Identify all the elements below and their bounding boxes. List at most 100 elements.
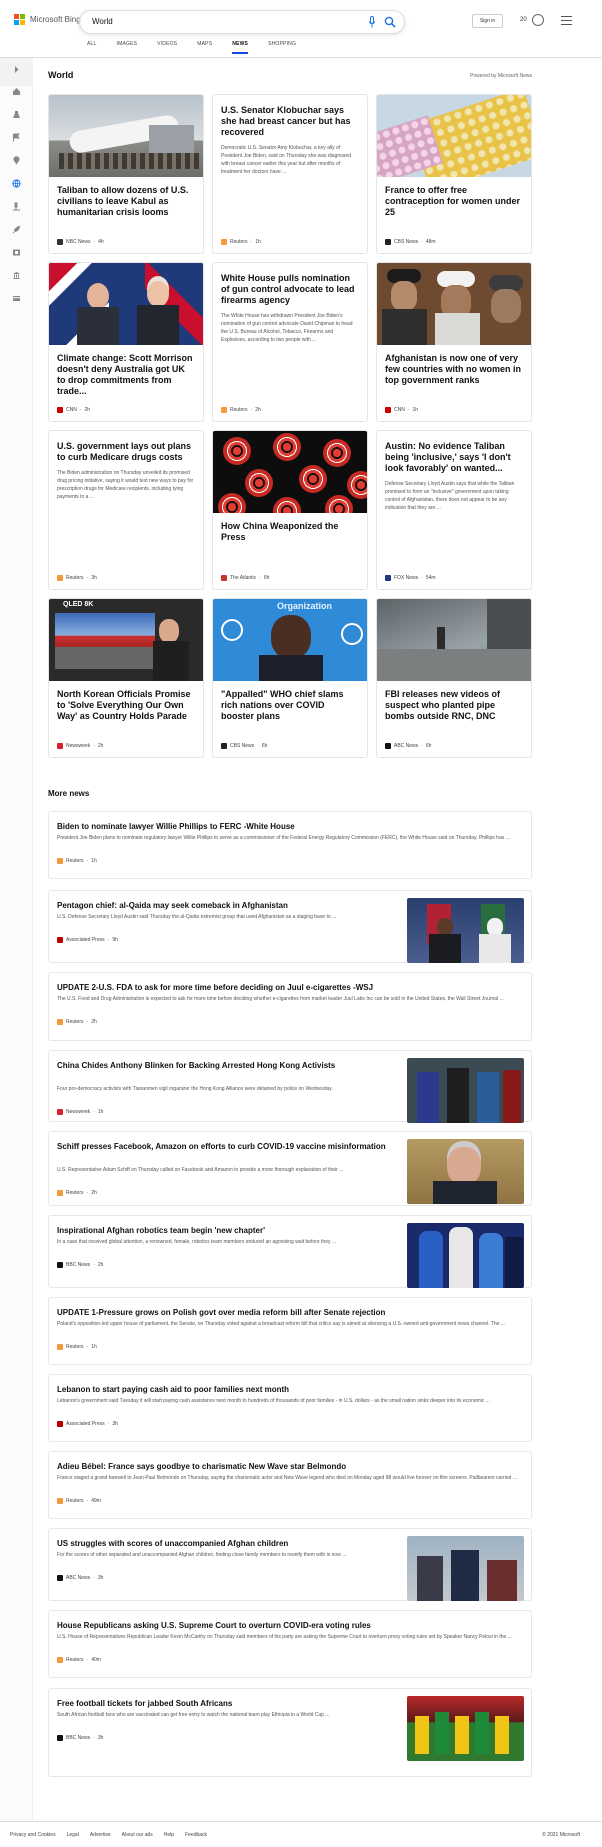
rocket-icon[interactable] — [11, 224, 22, 235]
more-news-item[interactable]: Free football tickets for jabbed South A… — [48, 1688, 532, 1777]
news-source[interactable]: Reuters · 1h — [57, 858, 97, 864]
card-source[interactable]: CNN · 1h — [385, 407, 418, 413]
news-card[interactable]: QLED 8K North Korean Officials Promise to… — [48, 598, 204, 758]
more-news-item[interactable]: US struggles with scores of unaccompanie… — [48, 1528, 532, 1601]
card-source[interactable]: The Atlantic · 6h — [221, 575, 269, 581]
news-card[interactable]: Climate change: Scott Morrison doesn't d… — [48, 262, 204, 422]
card-title[interactable]: Austin: No evidence Taliban being 'inclu… — [377, 431, 531, 474]
more-news-item[interactable]: Biden to nominate lawyer Willie Phillips… — [48, 811, 532, 879]
news-source[interactable]: Associated Press · 9h — [57, 937, 118, 943]
card-title[interactable]: White House pulls nomination of gun cont… — [213, 263, 367, 306]
footer-link[interactable]: Feedback — [185, 1832, 207, 1838]
news-title[interactable]: UPDATE 2-U.S. FDA to ask for more time b… — [57, 982, 523, 993]
menu-icon[interactable] — [561, 16, 572, 25]
card-source[interactable]: NBC News · 4h — [57, 239, 104, 245]
news-source[interactable]: Newsweek · 1h — [57, 1109, 103, 1115]
card-title[interactable]: FBI releases new videos of suspect who p… — [377, 681, 531, 722]
microscope-icon[interactable] — [11, 201, 22, 212]
rewards-button[interactable]: 20 — [520, 14, 544, 26]
news-card[interactable]: Austin: No evidence Taliban being 'inclu… — [376, 430, 532, 590]
news-card[interactable]: U.S. government lays out plans to curb M… — [48, 430, 204, 590]
film-icon[interactable] — [11, 247, 22, 258]
news-card[interactable]: Organization "Appalled" WHO chief slams r… — [212, 598, 368, 758]
more-news-item[interactable]: Adieu Bébel: France says goodbye to char… — [48, 1451, 532, 1519]
news-thumbnail[interactable] — [407, 1696, 524, 1761]
card-source[interactable]: Reuters · 2h — [221, 407, 261, 413]
news-source[interactable]: Associated Press · 3h — [57, 1421, 118, 1427]
news-title[interactable]: Pentagon chief: al-Qaida may seek comeba… — [57, 900, 402, 911]
search-box[interactable]: World — [79, 10, 405, 34]
bing-logo[interactable]: Microsoft Bing — [14, 14, 81, 25]
card-title[interactable]: U.S. Senator Klobuchar says she had brea… — [213, 95, 367, 138]
bank-icon[interactable] — [11, 270, 22, 281]
news-title[interactable]: Inspirational Afghan robotics team begin… — [57, 1225, 402, 1236]
card-source[interactable]: Reuters · 3h — [57, 575, 97, 581]
tab-news[interactable]: NEWS — [232, 41, 249, 54]
card-title[interactable]: U.S. government lays out plans to curb M… — [49, 431, 203, 463]
card-title[interactable]: "Appalled" WHO chief slams rich nations … — [213, 681, 367, 722]
more-news-item[interactable]: Inspirational Afghan robotics team begin… — [48, 1215, 532, 1288]
home-icon[interactable] — [11, 86, 22, 97]
tab-maps[interactable]: MAPS — [197, 41, 212, 54]
news-thumbnail[interactable] — [407, 898, 524, 963]
card-source[interactable]: Reuters · 1h — [221, 239, 261, 245]
tab-all[interactable]: ALL — [87, 41, 97, 54]
news-card[interactable]: FBI releases new videos of suspect who p… — [376, 598, 532, 758]
more-news-item[interactable]: Lebanon to start paying cash aid to poor… — [48, 1374, 532, 1442]
more-news-item[interactable]: China Chides Anthony Blinken for Backing… — [48, 1050, 532, 1123]
search-icon[interactable] — [384, 16, 396, 28]
news-title[interactable]: Lebanon to start paying cash aid to poor… — [57, 1384, 523, 1395]
news-title[interactable]: UPDATE 1-Pressure grows on Polish govt o… — [57, 1307, 523, 1318]
news-source[interactable]: Reuters · 1h — [57, 1344, 97, 1350]
news-title[interactable]: China Chides Anthony Blinken for Backing… — [57, 1060, 402, 1071]
card-title[interactable]: France to offer free contraception for w… — [377, 177, 531, 218]
card-image[interactable] — [377, 263, 531, 345]
tab-videos[interactable]: VIDEOS — [157, 41, 177, 54]
more-news-item[interactable]: House Republicans asking U.S. Supreme Co… — [48, 1610, 532, 1678]
news-source[interactable]: BBC News · 2h — [57, 1262, 103, 1268]
news-source[interactable]: Reuters · 2h — [57, 1019, 97, 1025]
card-image[interactable] — [213, 431, 367, 513]
news-card[interactable]: Taliban to allow dozens of U.S. civilian… — [48, 94, 204, 254]
footer-link[interactable]: Legal — [67, 1832, 79, 1838]
news-card[interactable]: Afghanistan is now one of very few count… — [376, 262, 532, 422]
card-image[interactable] — [377, 95, 531, 177]
card-image[interactable] — [49, 263, 203, 345]
card-title[interactable]: How China Weaponized the Press — [213, 513, 367, 543]
flag-icon[interactable] — [11, 132, 22, 143]
card-image[interactable]: QLED 8K — [49, 599, 203, 681]
more-news-item[interactable]: Pentagon chief: al-Qaida may seek comeba… — [48, 890, 532, 963]
card-image[interactable] — [377, 599, 531, 681]
news-title[interactable]: Free football tickets for jabbed South A… — [57, 1698, 402, 1709]
card-source[interactable]: CBS News · 6h — [221, 743, 267, 749]
location-icon[interactable] — [11, 155, 22, 166]
news-title[interactable]: Schiff presses Facebook, Amazon on effor… — [57, 1141, 402, 1152]
microphone-icon[interactable] — [368, 16, 376, 28]
footer-link[interactable]: Advertise — [90, 1832, 111, 1838]
news-card[interactable]: How China Weaponized the Press The Atlant… — [212, 430, 368, 590]
news-source[interactable]: Reuters · 49m — [57, 1498, 101, 1504]
news-title[interactable]: Biden to nominate lawyer Willie Phillips… — [57, 821, 523, 832]
chevron-right-icon[interactable] — [11, 64, 22, 75]
news-source[interactable]: BBC News · 3h — [57, 1735, 103, 1741]
news-source[interactable]: ABC News · 3h — [57, 1575, 103, 1581]
flask-icon[interactable] — [11, 109, 22, 120]
tab-shopping[interactable]: SHOPPING — [268, 41, 296, 54]
footer-link[interactable]: Privacy and Cookies — [10, 1832, 56, 1838]
news-thumbnail[interactable] — [407, 1139, 524, 1204]
card-source[interactable]: FOX News · 54m — [385, 575, 436, 581]
signin-button[interactable]: Sign in — [472, 14, 503, 28]
card-image[interactable]: Organization — [213, 599, 367, 681]
news-thumbnail[interactable] — [407, 1058, 524, 1123]
card-source[interactable]: CBS News · 48m — [385, 239, 436, 245]
card-source[interactable]: CNN · 2h — [57, 407, 90, 413]
more-news-item[interactable]: UPDATE 1-Pressure grows on Polish govt o… — [48, 1297, 532, 1365]
tab-images[interactable]: IMAGES — [117, 41, 138, 54]
globe-icon[interactable] — [11, 178, 22, 189]
card-image[interactable] — [49, 95, 203, 177]
card-title[interactable]: Taliban to allow dozens of U.S. civilian… — [49, 177, 203, 218]
card-title[interactable]: Afghanistan is now one of very few count… — [377, 345, 531, 386]
card-title[interactable]: North Korean Officials Promise to 'Solve… — [49, 681, 203, 722]
footer-link[interactable]: Help — [164, 1832, 174, 1838]
more-news-item[interactable]: UPDATE 2-U.S. FDA to ask for more time b… — [48, 972, 532, 1041]
